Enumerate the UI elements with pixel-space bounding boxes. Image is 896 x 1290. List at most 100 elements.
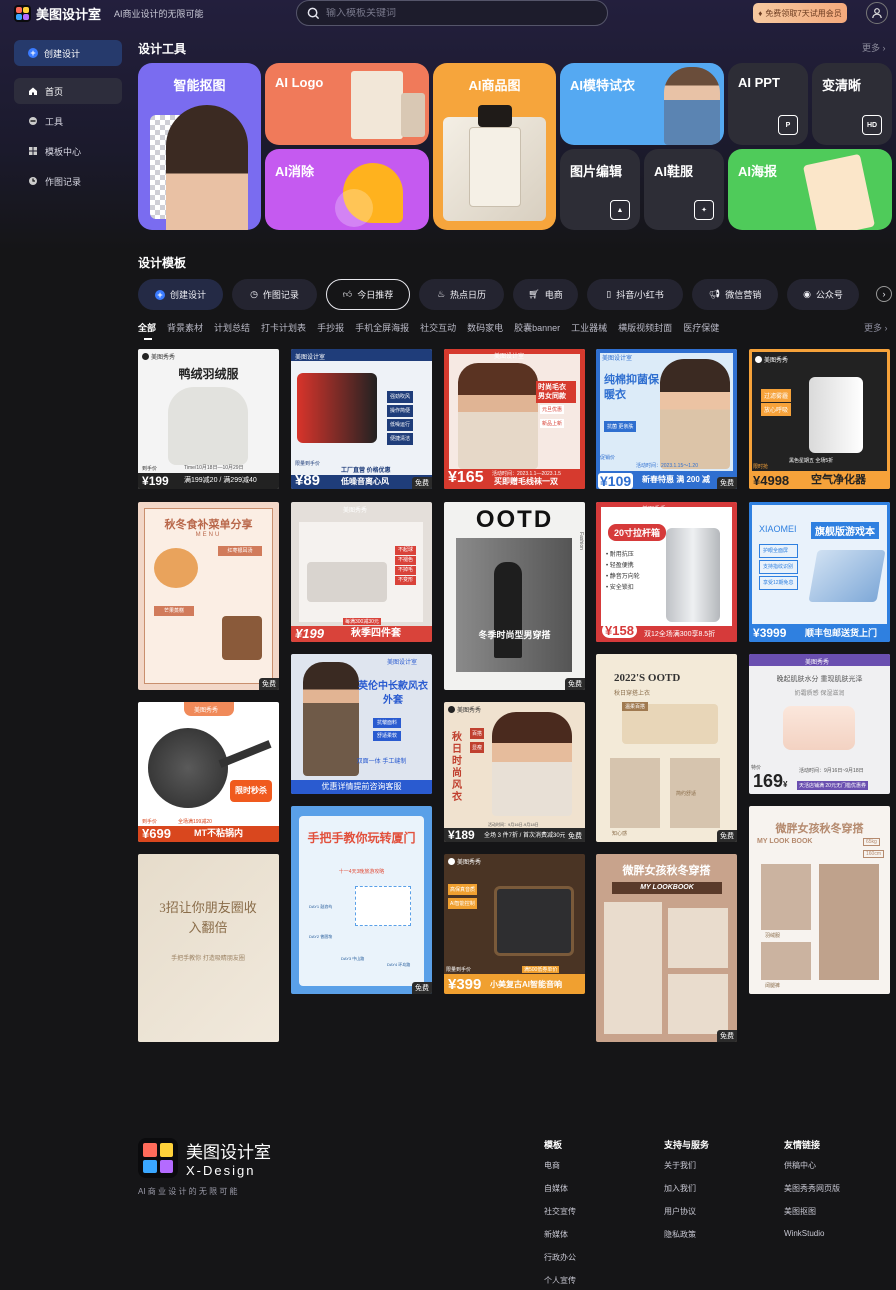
- tab-history[interactable]: ◷ 作图记录: [232, 279, 317, 310]
- tool-ai-ppt[interactable]: AI PPT P: [728, 63, 808, 145]
- feature-item: 支持指纹识别: [759, 560, 798, 574]
- model-photo: [664, 67, 720, 145]
- tool-smart-cutout[interactable]: 智能抠图: [138, 63, 261, 230]
- footer-link[interactable]: 供稿中心: [784, 1160, 840, 1171]
- tab-wechat-marketing[interactable]: 📢︎ 微信营销: [692, 279, 778, 310]
- footer-link[interactable]: 个人宣传: [544, 1275, 576, 1286]
- category-item[interactable]: 数码家电: [467, 321, 503, 334]
- tools-more-link[interactable]: 更多 ›: [862, 41, 886, 54]
- search-bar[interactable]: [296, 0, 608, 26]
- brand-label: 美图秀秀: [805, 660, 830, 666]
- template-card[interactable]: 秋冬食补菜单分享 MENU 红枣银耳汤 芒果蒸糕 免费: [138, 502, 279, 690]
- tab-create-design[interactable]: + 创建设计: [138, 279, 223, 310]
- category-item[interactable]: 打卡计划表: [261, 321, 306, 334]
- price-note: 限量到手价: [446, 967, 472, 973]
- footer-link[interactable]: 行政办公: [544, 1252, 576, 1263]
- template-card[interactable]: 手把手教你玩转厦门 十一4天3晚旅游攻略 DAY1 鼓浪屿 DAY2 曾厝垵 D…: [291, 806, 432, 994]
- tab-douyin-xiaohongshu[interactable]: ▯ 抖音/小红书: [587, 279, 683, 310]
- category-item[interactable]: 横版视频封面: [618, 321, 672, 334]
- fire-icon: ♨: [436, 289, 446, 299]
- category-item[interactable]: 社交互动: [420, 321, 456, 334]
- template-card[interactable]: 美图秀秀 高保真音质 AI智能控制 限量到手价 ¥399 小美复古AI智能音响 …: [444, 854, 585, 994]
- footer-link[interactable]: 电商: [544, 1160, 576, 1171]
- sidebar-item-history[interactable]: 作图记录: [14, 168, 122, 194]
- footer-column-title: 友情链接: [784, 1140, 821, 1150]
- feature-item: • 轻盈便携: [606, 563, 634, 569]
- category-item[interactable]: 手抄报: [317, 321, 344, 334]
- tag: 知心感: [612, 831, 628, 837]
- template-card[interactable]: XIAOMEI 旗舰版游戏本 护眼全面屏 支持指纹识别 享受12期免息 ¥399…: [749, 502, 890, 642]
- price-note: 促销价: [600, 455, 616, 461]
- template-card[interactable]: OOTD Fashion 冬季时尚型男穿搭 免费: [444, 502, 585, 690]
- template-card[interactable]: 美图设计室 时尚毛衣 男女同款 元旦优惠 新品上新 ¥165 活动时间：2023…: [444, 349, 585, 489]
- template-card[interactable]: 美图秀秀 不起球 不褪色 不掉毛 不变形 ¥199 秋季四件套 每满300减30…: [291, 502, 432, 642]
- template-card[interactable]: 美图秀秀 限时秒杀 到手价 ¥699 MT不粘锅内 全场满199减20: [138, 702, 279, 842]
- tab-today-recommend[interactable]: 👍︎ 今日推荐: [326, 279, 410, 310]
- tab-label: 作图记录: [262, 290, 299, 300]
- tab-ecommerce[interactable]: 🛒︎ 电商: [513, 279, 578, 310]
- category-item[interactable]: 胶囊banner: [514, 321, 560, 334]
- category-item[interactable]: 医疗保健: [683, 321, 719, 334]
- tag: 阔腿裤: [765, 983, 781, 989]
- template-card[interactable]: 美图秀秀 晚起肌肤水分 重现肌肤光泽 奶霜质感 保湿滋润 特价 169¥ 活动时…: [749, 654, 890, 794]
- tool-ai-product-image[interactable]: AI商品图: [433, 63, 556, 230]
- tool-ai-poster[interactable]: AI海报: [728, 149, 892, 230]
- brand-tag: 美图设计室: [494, 351, 524, 360]
- tool-ai-eraser[interactable]: AI消除: [265, 149, 429, 230]
- template-card[interactable]: 美图秀秀 鸭绒羽绒服 到手价 ¥199 满199减20 / 满299减40 Ti…: [138, 349, 279, 489]
- footer-column-links: 友情链接 供稿中心 美图秀秀网页版 美图抠图 WinkStudio: [784, 1138, 840, 1250]
- template-card[interactable]: 3招让你朋友圈收入翻倍 手把手教你 打造吸睛朋友圈: [138, 854, 279, 1042]
- footer-link[interactable]: WinkStudio: [784, 1229, 840, 1238]
- template-card[interactable]: 美图设计室 强劲吹风 操作简便 低噪运行 便捷清洁 工厂直营 价格优惠 限量到手…: [291, 349, 432, 489]
- logo[interactable]: 美图设计室 AI商业设计的无限可能: [14, 4, 204, 23]
- tool-ai-apparel[interactable]: AI鞋服 ✦: [644, 149, 724, 230]
- template-card[interactable]: 美图秀秀 20寸拉杆箱 • 耐用抗压 • 轻盈便携 • 静音万向轮 • 安全锁扣…: [596, 502, 737, 642]
- category-item[interactable]: 工业器械: [571, 321, 607, 334]
- template-card[interactable]: 美图设计室 纯棉抑菌保暖衣 抗菌 更亲肤 活动时间：2023.1.15～1.20…: [596, 349, 737, 489]
- footer-link[interactable]: 用户协议: [664, 1206, 709, 1217]
- sidebar-item-templates[interactable]: 模板中心: [14, 138, 122, 164]
- tool-image-editor[interactable]: 图片编辑 ▲: [560, 149, 640, 230]
- tag: 抗菌 更亲肤: [604, 421, 637, 432]
- category-item[interactable]: 计划总结: [214, 321, 250, 334]
- footer-link[interactable]: 社交宣传: [544, 1206, 576, 1217]
- template-card[interactable]: 微胖女孩秋冬穿搭 MY LOOKBOOK 免费: [596, 854, 737, 1042]
- image-icon: ▲: [610, 200, 630, 220]
- tab-official-account[interactable]: ◉ 公众号: [787, 279, 859, 310]
- price: ¥89: [295, 472, 321, 489]
- template-card[interactable]: 2022'S OOTD 秋日穿搭上衣 温柔百搭 知心感 简约舒适 免费: [596, 654, 737, 842]
- footer-column-title: 模板: [544, 1140, 563, 1150]
- footer-link[interactable]: 美图抠图: [784, 1206, 840, 1217]
- footer-link[interactable]: 自媒体: [544, 1183, 576, 1194]
- categories-more-link[interactable]: 更多 ›: [864, 321, 888, 334]
- search-input[interactable]: [326, 7, 586, 19]
- footer-link[interactable]: 隐私政策: [664, 1229, 709, 1240]
- footer-logo[interactable]: 美图设计室 X-Design: [138, 1138, 271, 1178]
- vip-trial-button[interactable]: ♦ 免费领取7天试用会员: [753, 3, 847, 23]
- category-item[interactable]: 手机全屏海报: [355, 321, 409, 334]
- sidebar-item-tools[interactable]: 工具: [14, 108, 122, 134]
- footer-link[interactable]: 关于我们: [664, 1160, 709, 1171]
- tool-ai-model-tryon[interactable]: AI模特试衣: [560, 63, 724, 145]
- category-all[interactable]: 全部: [138, 321, 156, 334]
- logo-text: 美图设计室: [36, 7, 102, 22]
- tool-ai-logo[interactable]: AI Logo: [265, 63, 429, 145]
- user-avatar-button[interactable]: [866, 2, 888, 24]
- footer-link[interactable]: 美图秀秀网页版: [784, 1183, 840, 1194]
- template-card[interactable]: 美图秀秀 秋日时尚风衣 百搭 显瘦 活动时间：9月16日-9月18日 ¥189 …: [444, 702, 585, 842]
- footer-link[interactable]: 加入我们: [664, 1183, 709, 1194]
- template-card[interactable]: 美图秀秀 过滤雾霾 放心呼吸 黑色星期五 全场5折 限时抢 ¥4998 空气净化…: [749, 349, 890, 489]
- template-card[interactable]: 微胖女孩秋冬穿搭 MY LOOK BOOK 65kg 160cm 羽绒服 阔腿裤: [749, 806, 890, 994]
- footer-link[interactable]: 新媒体: [544, 1229, 576, 1240]
- tool-enhance[interactable]: 变清晰 HD: [812, 63, 892, 145]
- brand-label: 美图秀秀: [457, 708, 482, 714]
- template-card[interactable]: 美图设计室 英伦中长款风衣外套 抗皱面料 舒适柔软 双面一体 手工缝制 优惠详情…: [291, 654, 432, 794]
- price-value: 699: [149, 826, 171, 841]
- create-design-button[interactable]: + 创建设计: [14, 40, 122, 66]
- tab-hot-calendar[interactable]: ♨ 热点日历: [419, 279, 504, 310]
- sidebar-item-home[interactable]: 首页: [14, 78, 122, 104]
- eraser-circle: [335, 189, 373, 227]
- tag: 简约舒适: [676, 791, 697, 797]
- category-item[interactable]: 背景素材: [167, 321, 203, 334]
- tabs-next-arrow[interactable]: ›: [876, 286, 892, 302]
